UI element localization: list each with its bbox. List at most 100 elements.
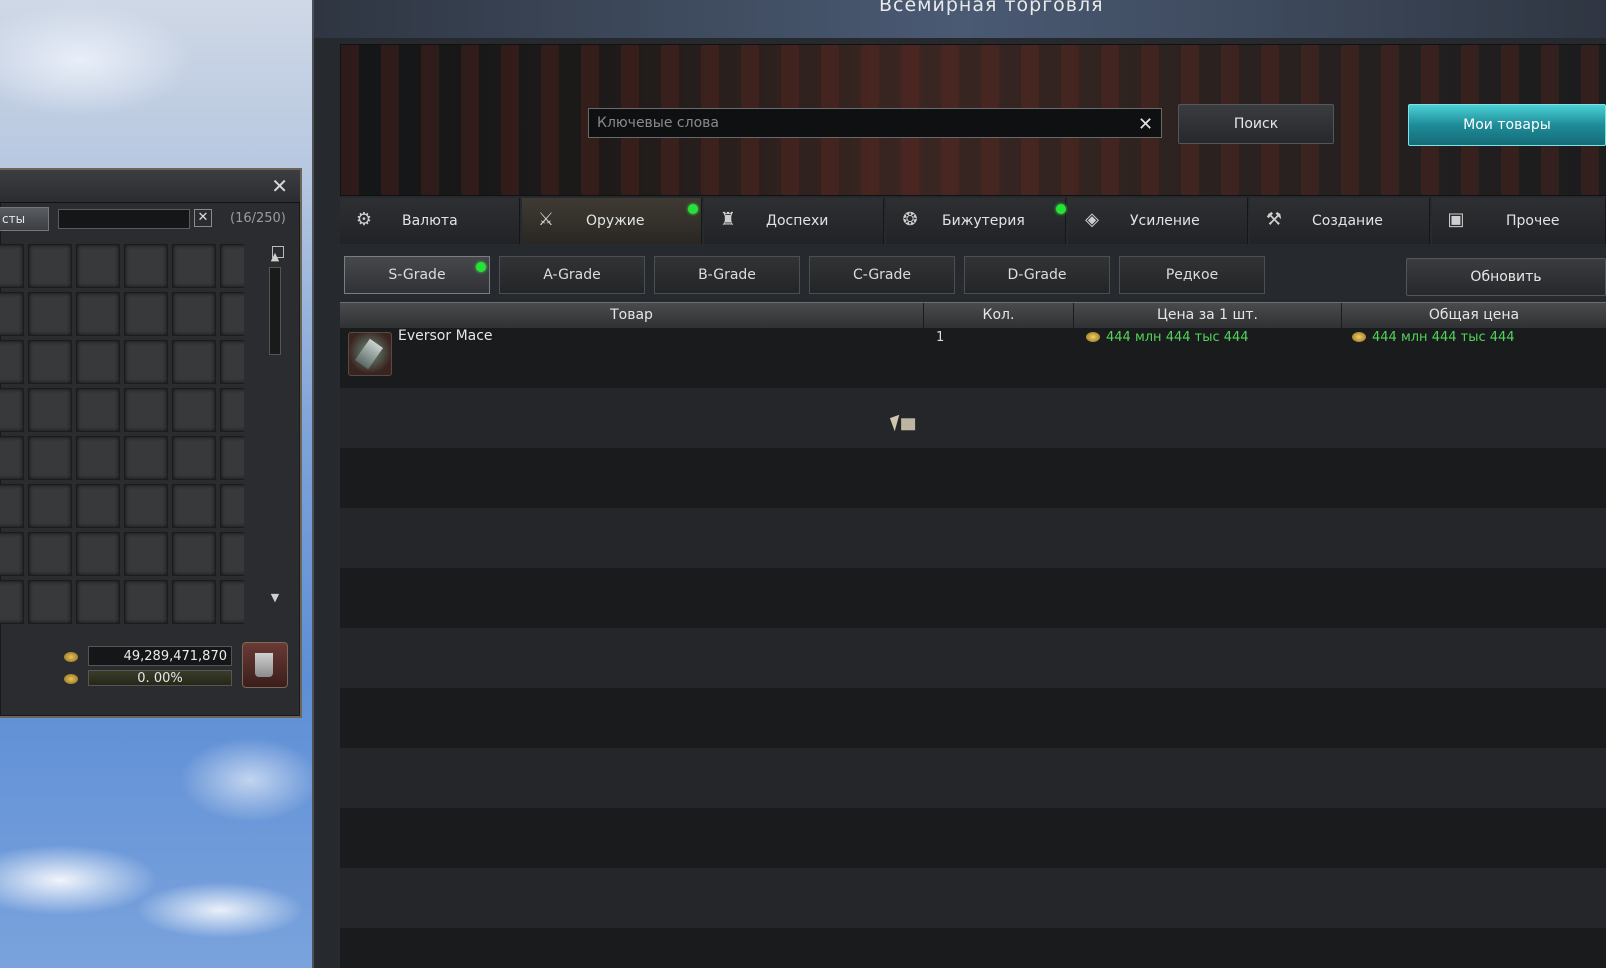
inventory-slot[interactable]: [76, 388, 120, 432]
tab-currency[interactable]: ⚙ Валюта: [340, 198, 520, 244]
new-indicator-dot: [1056, 204, 1066, 214]
inventory-slot[interactable]: [124, 532, 168, 576]
inventory-close-icon[interactable]: ✕: [271, 174, 288, 198]
listing-row[interactable]: Eversor Mace 1 444 млн 444 тыс 444 444 м…: [340, 328, 1606, 386]
inventory-slot[interactable]: [124, 244, 168, 288]
search-button[interactable]: Поиск: [1178, 104, 1334, 144]
unit-price-value: 444 млн 444 тыс 444: [1106, 330, 1249, 345]
scroll-down-icon[interactable]: ▼: [268, 591, 282, 604]
inventory-slot[interactable]: [172, 580, 216, 624]
inventory-slot[interactable]: [220, 532, 244, 576]
inventory-slot[interactable]: [76, 580, 120, 624]
tab-other[interactable]: ▣ Прочее: [1432, 198, 1606, 244]
column-unit-price[interactable]: Цена за 1 шт.: [1074, 303, 1342, 329]
inventory-slot[interactable]: [0, 484, 24, 528]
scroll-up-icon[interactable]: ▲: [268, 250, 282, 263]
tab-label: Прочее: [1506, 213, 1560, 229]
inventory-slot[interactable]: [124, 388, 168, 432]
inventory-slot[interactable]: [220, 292, 244, 336]
column-item[interactable]: Товар: [340, 303, 924, 329]
search-clear-icon[interactable]: ✕: [1138, 114, 1153, 135]
tab-enhance[interactable]: ◈ Усиление: [1068, 198, 1248, 244]
inventory-slot[interactable]: [220, 388, 244, 432]
inventory-slot[interactable]: [172, 484, 216, 528]
inventory-slot[interactable]: [76, 436, 120, 480]
tab-jewelry[interactable]: ❂ Бижутерия: [886, 198, 1066, 244]
trash-icon[interactable]: [242, 642, 288, 688]
table-row: [340, 508, 1606, 568]
tab-weapons[interactable]: ⚔ Оружие: [522, 198, 702, 244]
inventory-slot[interactable]: [0, 340, 24, 384]
inventory-slot[interactable]: [220, 244, 244, 288]
grade-s-button[interactable]: S-Grade: [344, 256, 490, 294]
grade-c-button[interactable]: C-Grade: [809, 256, 955, 294]
inventory-title-bar[interactable]: ✕: [0, 170, 300, 203]
column-total-price[interactable]: Общая цена: [1342, 303, 1606, 329]
inventory-slot[interactable]: [220, 484, 244, 528]
inventory-slot[interactable]: [28, 340, 72, 384]
results-table-body: [340, 328, 1606, 968]
total-price-value: 444 млн 444 тыс 444: [1372, 330, 1515, 345]
my-items-button[interactable]: Мои товары: [1408, 104, 1606, 146]
inventory-slot[interactable]: [0, 580, 24, 624]
inventory-slot[interactable]: [172, 388, 216, 432]
inventory-search-input[interactable]: [58, 209, 190, 229]
inventory-slot[interactable]: [172, 244, 216, 288]
inventory-slot[interactable]: [28, 580, 72, 624]
grade-rare-button[interactable]: Редкое: [1119, 256, 1265, 294]
inventory-slot[interactable]: [124, 484, 168, 528]
results-table-header: Товар Кол. Цена за 1 шт. Общая цена: [340, 302, 1606, 330]
tab-label: Доспехи: [766, 213, 829, 229]
grade-b-button[interactable]: B-Grade: [654, 256, 800, 294]
inventory-slot[interactable]: [0, 292, 24, 336]
inventory-tab[interactable]: сты: [0, 207, 49, 231]
table-row: [340, 928, 1606, 968]
inventory-slot[interactable]: [172, 340, 216, 384]
inventory-slot[interactable]: [76, 340, 120, 384]
total-price: 444 млн 444 тыс 444: [1352, 330, 1515, 345]
inventory-slot[interactable]: [0, 244, 24, 288]
column-qty[interactable]: Кол.: [924, 303, 1074, 329]
inventory-scrollbar[interactable]: ▲ ▼: [268, 250, 282, 630]
tab-label: Бижутерия: [942, 213, 1025, 229]
inventory-slot[interactable]: [0, 388, 24, 432]
inventory-slot[interactable]: [28, 388, 72, 432]
inventory-slot[interactable]: [28, 292, 72, 336]
adena-amount: 49,289,471,870: [88, 646, 232, 666]
grade-d-button[interactable]: D-Grade: [964, 256, 1110, 294]
inventory-slot[interactable]: [76, 292, 120, 336]
inventory-slot[interactable]: [124, 580, 168, 624]
refresh-button[interactable]: Обновить: [1406, 258, 1606, 296]
helmet-icon: ♜: [719, 209, 737, 230]
inventory-slot[interactable]: [124, 340, 168, 384]
inventory-slot[interactable]: [172, 436, 216, 480]
inventory-slot[interactable]: [76, 244, 120, 288]
tab-craft[interactable]: ⚒ Создание: [1250, 198, 1430, 244]
inventory-search-clear-icon[interactable]: ✕: [194, 209, 212, 227]
inventory-slot[interactable]: [0, 436, 24, 480]
inventory-slot[interactable]: [172, 292, 216, 336]
inventory-slot[interactable]: [0, 532, 24, 576]
inventory-slot[interactable]: [76, 532, 120, 576]
inventory-slot[interactable]: [220, 580, 244, 624]
inventory-slot[interactable]: [28, 244, 72, 288]
inventory-slot[interactable]: [220, 340, 244, 384]
inventory-panel: ✕ сты ✕ (16/250) ▲ ▼ 49,289,471,870 0. 0…: [0, 168, 302, 718]
window-title: Всемирная торговля: [879, 0, 1104, 16]
inventory-grid: [0, 244, 244, 630]
item-quantity: 1: [936, 330, 945, 345]
inventory-slot[interactable]: [28, 484, 72, 528]
inventory-slot[interactable]: [124, 292, 168, 336]
keyword-search-input[interactable]: Ключевые слова: [588, 108, 1162, 138]
inventory-slot[interactable]: [220, 436, 244, 480]
inventory-slot[interactable]: [28, 436, 72, 480]
inventory-slot[interactable]: [172, 532, 216, 576]
inventory-slot[interactable]: [28, 532, 72, 576]
inventory-slot[interactable]: [76, 484, 120, 528]
grade-a-button[interactable]: A-Grade: [499, 256, 645, 294]
tab-armor[interactable]: ♜ Доспехи: [704, 198, 884, 244]
scroll-thumb[interactable]: [269, 267, 281, 355]
window-title-bar[interactable]: Всемирная торговля: [314, 0, 1606, 38]
inventory-slot-count: (16/250): [230, 211, 286, 226]
inventory-slot[interactable]: [124, 436, 168, 480]
